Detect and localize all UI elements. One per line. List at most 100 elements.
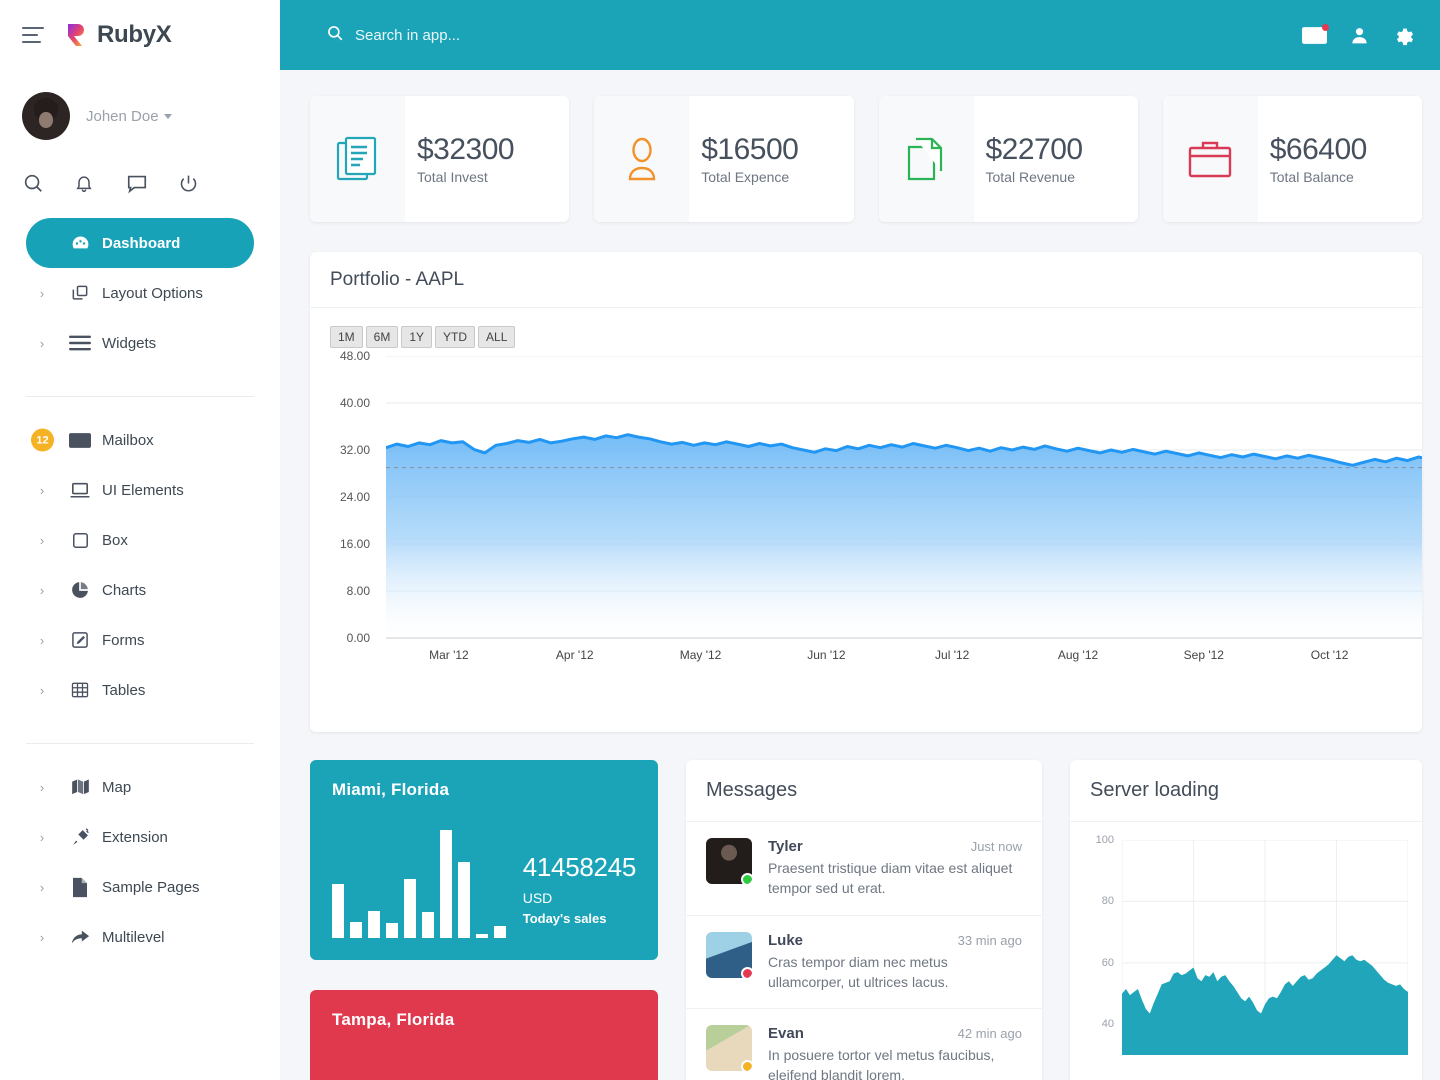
map-icon [58,777,102,797]
page-content: $32300 Total Invest $16500 Total Expence [280,70,1440,1080]
chevron-right-icon: › [39,532,45,548]
stat-card-total-balance[interactable]: $66400 Total Balance [1162,96,1422,222]
y-tick-label: 0.00 [346,631,370,645]
y-axis: 0.00 8.00 16.00 24.00 32.00 40.00 48.00 [310,349,370,645]
bottom-row: Miami, Florida 41458245 USD Today's sale… [310,760,1422,1080]
chevron-right-icon: › [39,682,45,698]
chevron-right-icon: › [39,632,45,648]
y-tick-label: 60 [1101,956,1114,969]
server-chart[interactable]: 40 60 80 100 [1070,822,1422,1060]
brand-name: RubyX [97,21,172,48]
sidebar-label: Dashboard [102,234,181,252]
stat-value: $32300 [417,132,515,166]
user-name-dropdown[interactable]: Johen Doe [86,108,172,125]
sidebar-label: Forms [102,631,145,649]
sidebar-label: Mailbox [102,431,154,449]
sidebar-item-charts[interactable]: › Charts [26,565,254,615]
sidebar-item-tables[interactable]: › Tables [26,665,254,715]
sidebar-label: Extension [102,828,168,846]
search-input[interactable]: Search in app... [326,24,460,47]
sidebar-item-multilevel[interactable]: › Multilevel [26,912,254,962]
y-tick-label: 48.00 [339,349,370,363]
gear-icon[interactable] [1392,24,1414,46]
hamburger-icon[interactable] [22,27,44,43]
sidebar-item-extension[interactable]: › Extension [26,812,254,862]
mailbox-badge: 12 [31,428,54,452]
stat-card-total-expence[interactable]: $16500 Total Expence [594,96,854,222]
y-tick-label: 24.00 [339,490,370,504]
stat-card-total-revenue[interactable]: $22700 Total Revenue [878,96,1138,222]
portfolio-chart[interactable]: 0.008.0016.0024.0032.0040.0048.00 Rally … [310,349,1422,662]
power-icon[interactable] [178,166,230,200]
sidebar-item-widgets[interactable]: › Widgets [26,318,254,368]
chat-icon[interactable] [126,166,178,200]
city-card-tampa[interactable]: Tampa, Florida [310,990,658,1080]
range-selector: 1M 6M 1Y YTD ALL [310,308,1422,348]
sidebar-item-layout-options[interactable]: › Layout Options [26,268,254,318]
y-tick-label: 80 [1101,895,1114,908]
sidebar-item-sample-pages[interactable]: › Sample Pages [26,862,254,912]
sidebar-label: Map [102,778,132,796]
x-tick-label: Apr '12 [555,648,594,662]
y-tick-label: 40.00 [339,396,370,410]
sidebar-item-mailbox[interactable]: 12 Mailbox [26,415,254,465]
sidebar-item-dashboard[interactable]: Dashboard [26,218,254,268]
range-button-all[interactable]: ALL [478,326,516,348]
sidebar-item-ui-elements[interactable]: › UI Elements [26,465,254,515]
message-meta: Tyler Just now [768,838,1022,855]
server-title: Server loading [1090,779,1219,801]
city-subtitle: Today's sales [522,911,607,926]
city-card-miami[interactable]: Miami, Florida 41458245 USD Today's sale… [310,760,658,960]
range-button-1y[interactable]: 1Y [401,326,433,348]
chevron-right-icon: › [39,879,45,895]
mail-icon[interactable] [1302,23,1329,45]
chevron-right-icon: › [39,829,45,845]
stat-card-body: $16500 Total Expence [689,96,799,222]
laptop-icon [58,481,102,499]
list-item[interactable]: Tyler Just now Praesent tristique diam v… [686,822,1042,916]
envelope-icon [58,432,102,449]
avatar [22,92,70,140]
sidebar-item-forms[interactable]: › Forms [26,615,254,665]
top-bar-icons [1302,23,1414,46]
avatar [706,1025,752,1072]
range-button-1m[interactable]: 1M [330,326,363,348]
messages-title: Messages [706,779,798,801]
sparkline-bar [476,934,488,938]
dashboard-icon [58,233,102,254]
bell-icon[interactable] [74,166,126,200]
message-meta: Luke 33 min ago [768,932,1022,949]
messages-header: Messages [686,760,1042,822]
user-profile[interactable]: Johen Doe [0,70,280,140]
brand-logo[interactable]: RubyX [66,21,172,49]
sidebar: RubyX Johen Doe Dashboard › Layout Optio… [0,0,280,1080]
x-tick-label: Aug '12 [1057,648,1099,662]
person-icon [594,96,690,222]
status-badge [741,966,752,978]
messages-card: Messages Tyler Just now Praesent tristiq… [686,760,1042,1080]
status-badge [741,1060,752,1072]
status-badge [741,873,752,884]
stat-value: $16500 [701,132,799,166]
message-time: 33 min ago [957,932,1022,948]
city-name: Tampa, Florida [332,1010,455,1029]
edit-icon [58,630,102,650]
list-item[interactable]: Luke 33 min ago Cras tempor diam nec met… [686,916,1042,1010]
user-icon[interactable] [1349,25,1370,46]
message-text: In posuere tortor vel metus faucibus, el… [768,1047,995,1080]
x-tick-label: Oct '12 [1310,648,1349,662]
stat-card-total-invest[interactable]: $32300 Total Invest [310,96,570,222]
stat-cards: $32300 Total Invest $16500 Total Expence [310,96,1422,222]
chart-plot [1121,839,1409,1055]
y-tick-label: 16.00 [339,537,370,551]
sidebar-item-box[interactable]: › Box [26,515,254,565]
sidebar-item-map[interactable]: › Map [26,762,254,812]
y-tick-label: 8.00 [346,584,370,598]
range-button-6m[interactable]: 6M [365,326,399,348]
plug-icon [58,827,102,848]
chevron-right-icon: › [39,285,45,301]
chevron-right-icon: › [39,779,45,795]
search-icon[interactable] [22,166,74,200]
range-button-ytd[interactable]: YTD [435,326,476,348]
list-item[interactable]: Evan 42 min ago In posuere tortor vel me… [686,1009,1042,1080]
